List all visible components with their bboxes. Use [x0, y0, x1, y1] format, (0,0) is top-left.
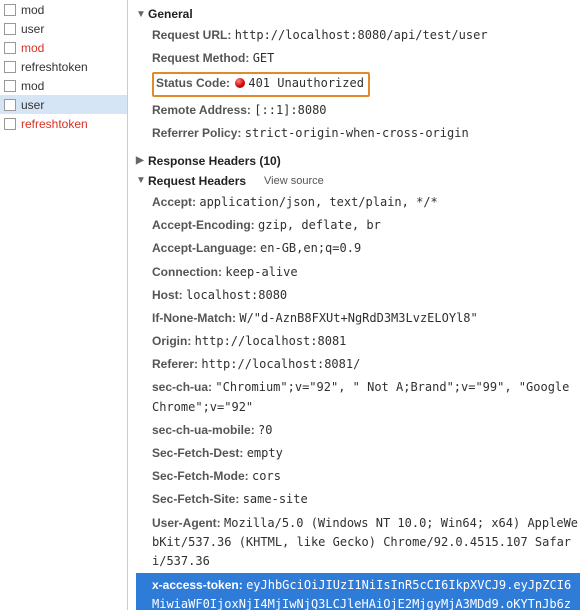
status-code-row: Status Code: 401 Unauthorized — [152, 70, 580, 98]
section-title: Response Headers — [148, 154, 256, 168]
request-headers-section-header[interactable]: ▼ Request Headers View source — [136, 171, 580, 191]
header-row: Sec-Fetch-Mode: cors — [152, 465, 580, 488]
request-headers-content: Accept: application/json, text/plain, */… — [136, 191, 580, 610]
request-item-label: refreshtoken — [21, 60, 123, 74]
checkbox-icon[interactable] — [4, 80, 16, 92]
section-title: Request Headers — [148, 174, 246, 188]
request-item-label: refreshtoken — [21, 117, 123, 131]
checkbox-icon[interactable] — [4, 99, 16, 111]
header-row: Accept-Encoding: gzip, deflate, br — [152, 214, 580, 237]
request-url-row: Request URL: http://localhost:8080/api/t… — [152, 24, 580, 47]
request-item[interactable]: user — [0, 95, 127, 114]
request-item-label: mod — [21, 3, 123, 17]
request-item[interactable]: refreshtoken — [0, 57, 127, 76]
request-item[interactable]: mod — [0, 76, 127, 95]
header-row: Accept: application/json, text/plain, */… — [152, 191, 580, 214]
section-title: General — [148, 7, 193, 21]
request-item-label: mod — [21, 79, 123, 93]
disclosure-triangle-down-icon: ▼ — [136, 175, 146, 186]
header-row: sec-ch-ua-mobile: ?0 — [152, 419, 580, 442]
view-source-link[interactable]: View source — [264, 175, 324, 187]
checkbox-icon[interactable] — [4, 4, 16, 16]
request-item[interactable]: mod — [0, 38, 127, 57]
checkbox-icon[interactable] — [4, 118, 16, 130]
checkbox-icon[interactable] — [4, 61, 16, 73]
remote-address-row: Remote Address: [::1]:8080 — [152, 99, 580, 122]
request-item[interactable]: mod — [0, 0, 127, 19]
request-item-label: user — [21, 22, 123, 36]
checkbox-icon[interactable] — [4, 23, 16, 35]
header-row: If-None-Match: W/"d-AznB8FXUt+NgRdD3M3Lv… — [152, 307, 580, 330]
general-section-header[interactable]: ▼ General — [136, 4, 580, 24]
disclosure-triangle-down-icon: ▼ — [136, 9, 146, 20]
header-row: sec-ch-ua: "Chromium";v="92", " Not A;Br… — [152, 376, 580, 418]
header-row-selected[interactable]: x-access-token: eyJhbGciOiJIUzI1NiIsInR5… — [136, 573, 580, 610]
headers-panel: ▼ General Request URL: http://localhost:… — [128, 0, 580, 610]
header-row: Accept-Language: en-GB,en;q=0.9 — [152, 237, 580, 260]
request-item[interactable]: refreshtoken — [0, 114, 127, 133]
general-section-content: Request URL: http://localhost:8080/api/t… — [136, 24, 580, 151]
checkbox-icon[interactable] — [4, 42, 16, 54]
header-row: User-Agent: Mozilla/5.0 (Windows NT 10.0… — [152, 512, 580, 574]
header-row: Sec-Fetch-Dest: empty — [152, 442, 580, 465]
header-row: Host: localhost:8080 — [152, 284, 580, 307]
referrer-policy-row: Referrer Policy: strict-origin-when-cros… — [152, 122, 580, 145]
status-error-dot-icon — [235, 78, 245, 88]
disclosure-triangle-right-icon: ▶ — [136, 155, 146, 166]
request-item-label: mod — [21, 41, 123, 55]
request-list-sidebar: mod user mod refreshtoken mod user refre… — [0, 0, 128, 610]
response-headers-count: (10) — [259, 154, 280, 168]
response-headers-section-header[interactable]: ▶ Response Headers (10) — [136, 151, 580, 171]
request-item-label: user — [21, 98, 123, 112]
request-item[interactable]: user — [0, 19, 127, 38]
header-row: Sec-Fetch-Site: same-site — [152, 488, 580, 511]
header-row: Connection: keep-alive — [152, 261, 580, 284]
request-method-row: Request Method: GET — [152, 47, 580, 70]
header-row: Origin: http://localhost:8081 — [152, 330, 580, 353]
header-row: Referer: http://localhost:8081/ — [152, 353, 580, 376]
